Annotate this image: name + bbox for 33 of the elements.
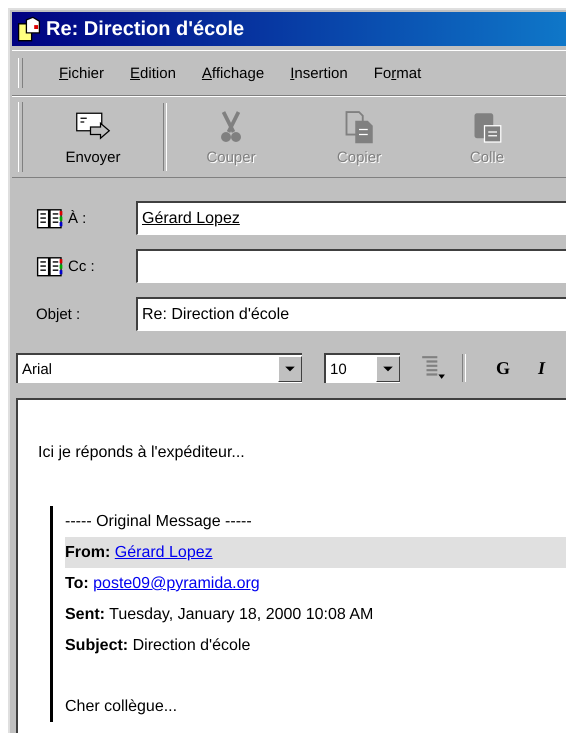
caret-icon [382, 365, 394, 373]
window-title: Re: Direction d'école [46, 18, 244, 40]
font-dropdown[interactable]: Arial [16, 353, 302, 383]
message-icon [16, 16, 42, 42]
input-field[interactable]: Gérard Lopez [136, 201, 566, 235]
quote-field: Subject: Direction d'école [65, 630, 566, 661]
paragraph-style-icon[interactable] [420, 355, 446, 381]
message-body[interactable]: Ici je réponds à l'expéditeur... ----- Original Message ----- From: Gérard Lopez To: poste09@pyramida.org Sent: Tuesday, January 18, 2000 10:08 AM Subject: Direction d'école Cher collègue... [16, 398, 566, 733]
reply-text: Ici je réponds à l'expéditeur... [38, 444, 246, 462]
menu-item[interactable]: Insertion [280, 64, 358, 82]
quote-header: ----- Original Message ----- [65, 512, 253, 532]
quoted-text: Cher collègue... [65, 697, 178, 717]
email-link[interactable]: poste09@pyramida.org [93, 575, 260, 592]
quote-field: To: poste09@pyramida.org [65, 568, 566, 599]
quote-field: From: Gérard Lopez [65, 537, 566, 568]
input-field[interactable]: Re: Direction d'école [136, 297, 566, 331]
menu-item[interactable]: Affichage [192, 64, 274, 82]
field-label: À : [68, 210, 86, 226]
field-label: Cc : [68, 258, 95, 274]
quote-field: Sent: Tuesday, January 18, 2000 10:08 AM [65, 599, 566, 630]
toolbar-button[interactable]: Envoyer [23, 108, 163, 166]
size-dropdown[interactable]: 10 [324, 353, 400, 383]
address-book-button[interactable] [36, 207, 64, 229]
menu-item[interactable]: Format [364, 64, 432, 82]
caret-icon [284, 365, 296, 373]
input-field[interactable] [136, 249, 566, 283]
menu-item[interactable]: Fichier [49, 64, 114, 82]
italic-button[interactable]: I [524, 358, 560, 378]
menu-item[interactable]: Edition [120, 64, 186, 82]
email-link[interactable]: Gérard Lopez [114, 544, 213, 561]
field-label: Objet : [36, 306, 80, 322]
address-book-button[interactable] [36, 255, 64, 277]
bold-button[interactable]: G [482, 358, 524, 378]
